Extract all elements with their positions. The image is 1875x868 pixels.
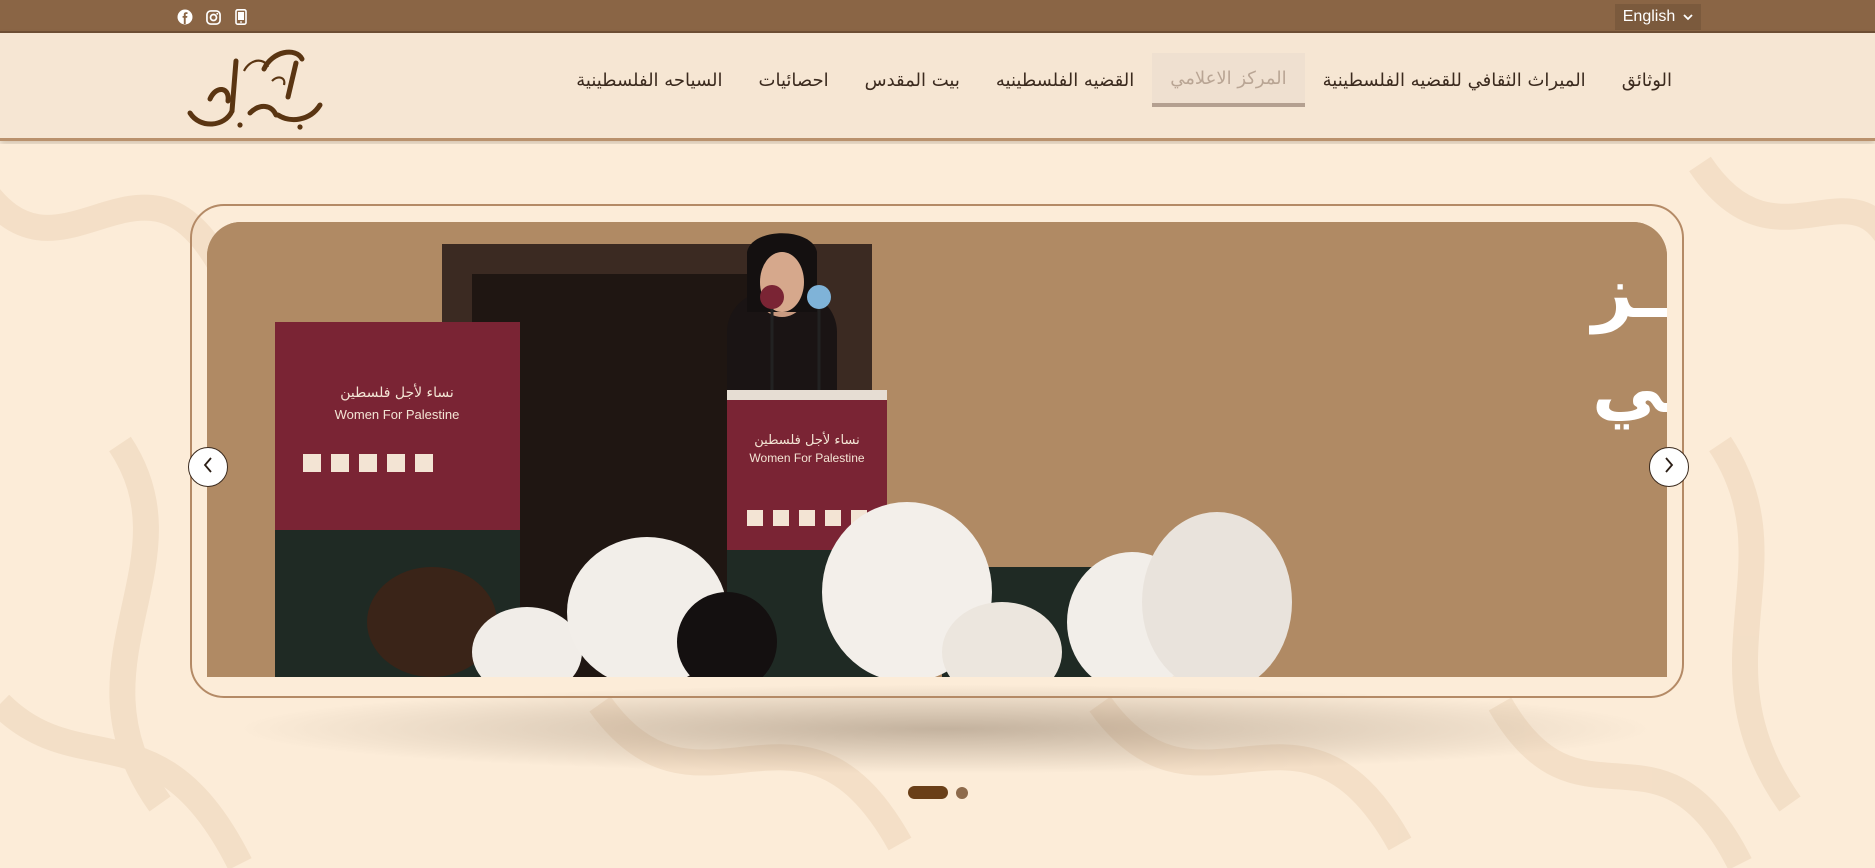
site-logo[interactable] (180, 41, 330, 133)
site-header: الوثائق الميراث الثقافي للقضيه الفلسطيني… (0, 33, 1875, 141)
cube-english-label: Women For Palestine (335, 407, 460, 422)
slide-title-line2: الإعلامــــــي (1592, 345, 1667, 430)
language-label: English (1622, 8, 1676, 25)
main-nav: الوثائق الميراث الثقافي للقضيه الفلسطيني… (510, 53, 1690, 107)
chevron-down-icon (1683, 8, 1693, 26)
nav-item-documents[interactable]: الوثائق (1604, 53, 1690, 107)
chevron-right-icon (1663, 456, 1675, 478)
nav-item-media-center[interactable]: المركز الاعلامي (1152, 53, 1305, 107)
social-links (176, 8, 250, 26)
hero-slider: نساء لأجل فلسطين Women For Palestine نسا… (0, 144, 1875, 868)
slider-prev-button[interactable] (188, 447, 228, 487)
slide-title-line1: المركـــــــز (1589, 250, 1667, 335)
nav-item-tourism[interactable]: السياحه الفلسطينية (558, 53, 740, 107)
top-bar: English (0, 0, 1875, 33)
nav-item-statistics[interactable]: احصائيات (741, 53, 847, 107)
mobile-icon[interactable] (232, 8, 250, 26)
slider-dot-active[interactable] (908, 786, 948, 799)
chevron-left-icon (202, 456, 214, 478)
instagram-icon[interactable] (204, 8, 222, 26)
slider-next-button[interactable] (1649, 447, 1689, 487)
slider-dot[interactable] (956, 786, 968, 799)
slide-image: نساء لأجل فلسطين Women For Palestine نسا… (207, 222, 1667, 677)
podium-english-label: Women For Palestine (749, 451, 864, 465)
slide-photo: نساء لأجل فلسطين Women For Palestine نسا… (207, 222, 1667, 677)
language-selector[interactable]: English (1615, 4, 1701, 30)
slider-pagination (908, 786, 968, 799)
facebook-icon[interactable] (176, 8, 194, 26)
nav-item-palestinian-cause[interactable]: القضيه الفلسطينيه (978, 53, 1152, 107)
cube-arabic-label: نساء لأجل فلسطين (340, 383, 454, 401)
nav-item-jerusalem[interactable]: بيت المقدس (847, 53, 978, 107)
nav-item-cultural-heritage[interactable]: الميراث الثقافي للقضيه الفلسطينية (1305, 53, 1604, 107)
podium-arabic-label: نساء لأجل فلسطين (754, 431, 859, 448)
